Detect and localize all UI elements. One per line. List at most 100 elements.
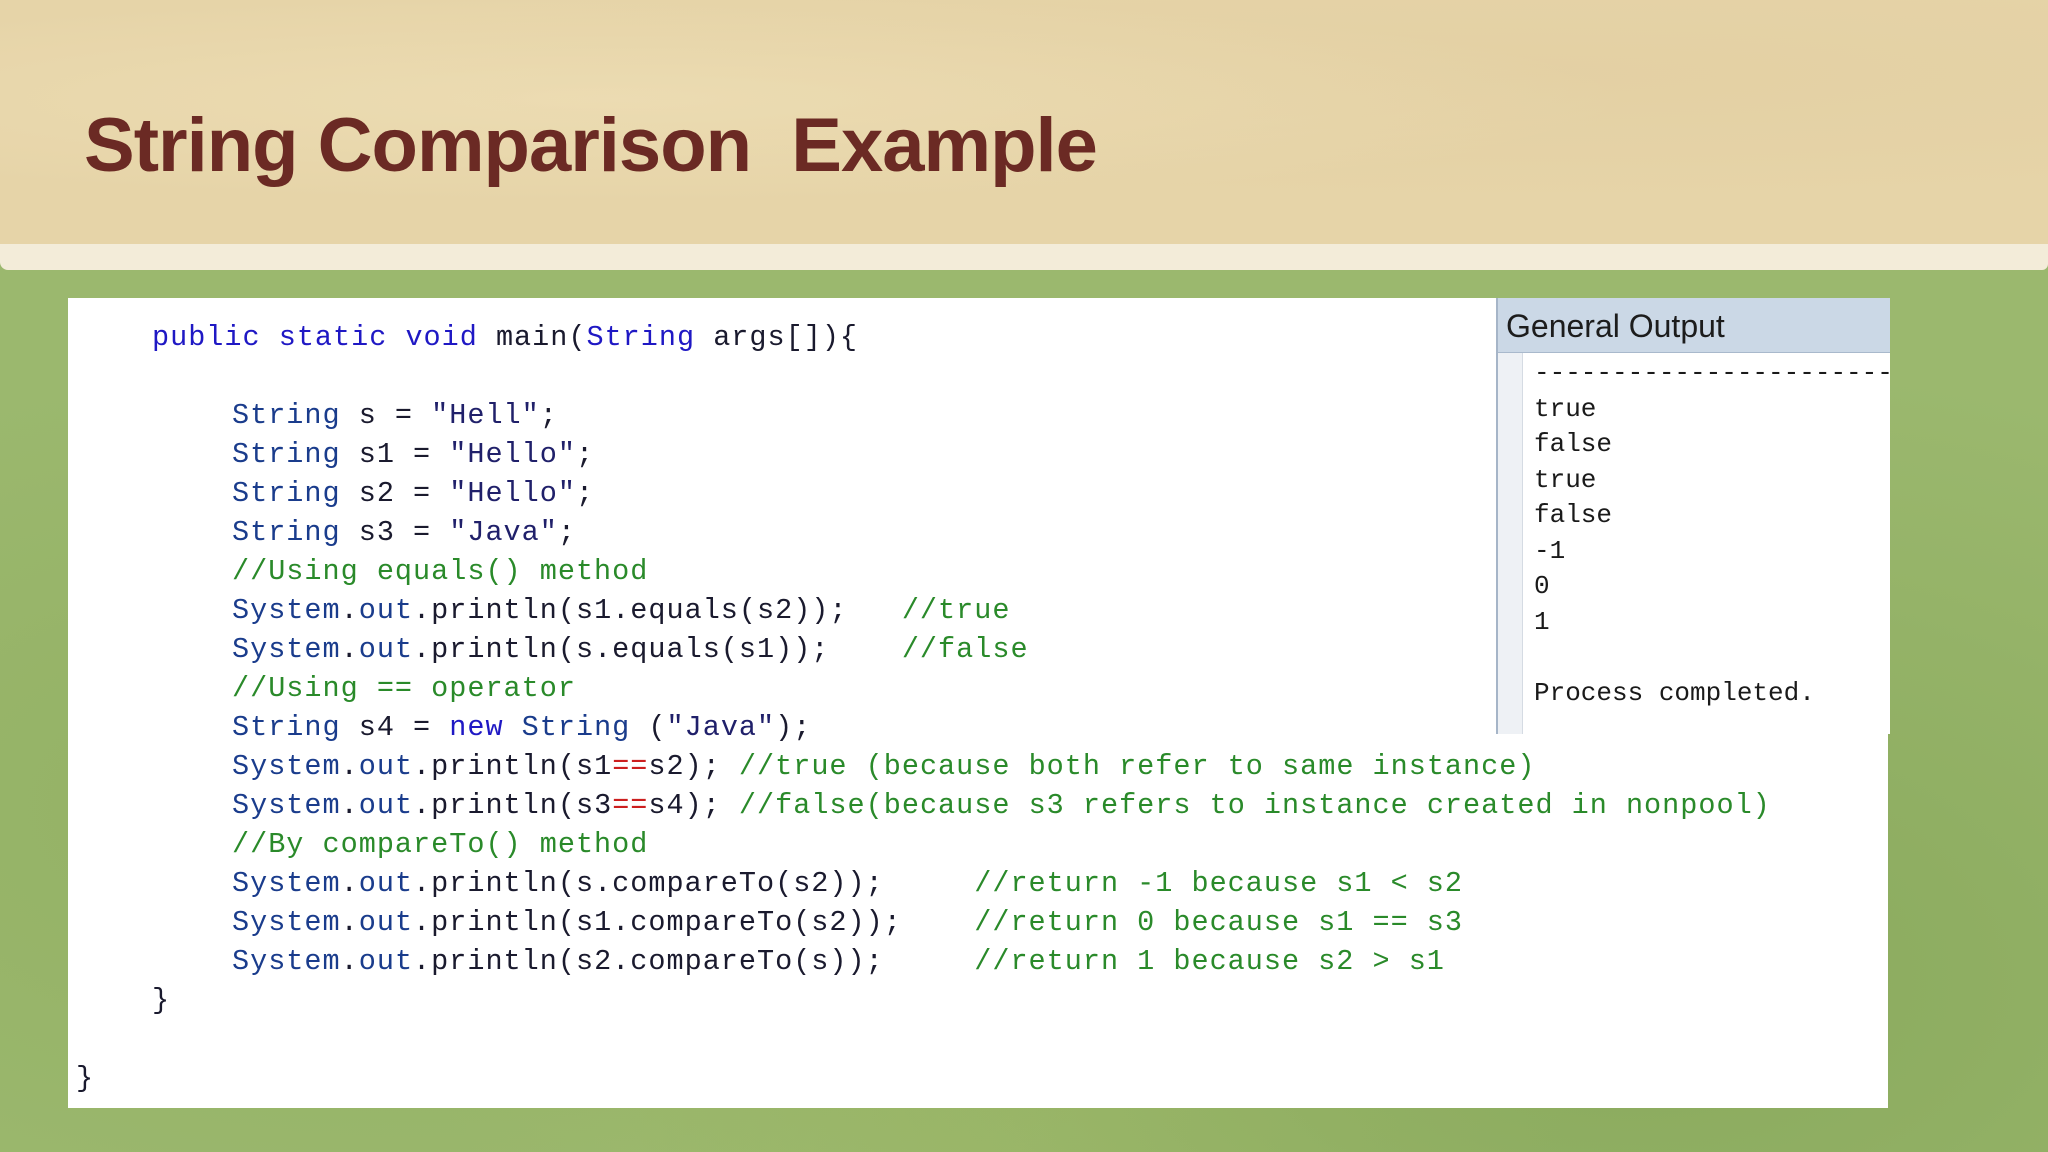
code-token: . bbox=[340, 789, 359, 822]
code-line: System.out.println(s.equals(s1)); //fals… bbox=[232, 632, 1029, 668]
code-token: //true (because both refer to same insta… bbox=[738, 750, 1536, 783]
code-line: //Using equals() method bbox=[232, 554, 648, 590]
output-gutter bbox=[1498, 353, 1523, 734]
title-band-edge bbox=[0, 244, 2048, 270]
code-token: //By compareTo() method bbox=[232, 828, 649, 861]
code-token: System bbox=[232, 594, 341, 627]
code-token: new bbox=[449, 711, 504, 744]
code-token: System bbox=[232, 867, 341, 900]
code-token: == bbox=[612, 750, 649, 783]
code-token: } bbox=[152, 984, 171, 1017]
output-line: false bbox=[1534, 500, 1613, 530]
code-token: s4); bbox=[648, 789, 739, 822]
code-line: System.out.println(s1.equals(s2)); //tru… bbox=[232, 593, 1010, 629]
code-line: String s2 = "Hello"; bbox=[232, 476, 594, 512]
code-line: //By compareTo() method bbox=[232, 827, 648, 863]
code-token: //Using == operator bbox=[232, 672, 576, 705]
code-token: System bbox=[232, 789, 341, 822]
code-token: "Hello" bbox=[449, 477, 576, 510]
code-token: .println(s1.compareTo(s2)); bbox=[413, 906, 975, 939]
code-token: ); bbox=[775, 711, 812, 744]
output-titlebar: General Output bbox=[1498, 298, 1890, 353]
code-token: out bbox=[358, 789, 414, 822]
code-line: System.out.println(s1==s2); //true (beca… bbox=[232, 749, 1535, 785]
code-token: ( bbox=[630, 711, 667, 744]
code-token: //return 0 because s1 == s3 bbox=[974, 906, 1464, 939]
output-line: -------------------------------- bbox=[1534, 358, 1890, 388]
code-token: System bbox=[232, 945, 341, 978]
code-token: "Java" bbox=[449, 516, 558, 549]
code-line: System.out.println(s.compareTo(s2)); //r… bbox=[232, 866, 1463, 902]
code-token: //true bbox=[901, 594, 1011, 627]
code-token: ; bbox=[539, 399, 558, 432]
code-token: out bbox=[358, 594, 414, 627]
output-console: -------------------------------- true fa… bbox=[1534, 356, 1890, 711]
code-token: out bbox=[358, 867, 414, 900]
code-token: args[]){ bbox=[695, 321, 859, 354]
code-token: public static void bbox=[152, 321, 496, 354]
output-line: 1 bbox=[1534, 606, 1550, 637]
code-token: .println(s.compareTo(s2)); bbox=[413, 867, 975, 900]
code-token: s3 = bbox=[340, 516, 450, 549]
code-token: . bbox=[340, 750, 359, 783]
code-token: } bbox=[76, 1062, 95, 1095]
code-token: ; bbox=[575, 477, 595, 510]
output-line: false bbox=[1534, 429, 1613, 459]
output-line: Process completed. bbox=[1534, 677, 1815, 708]
code-token: String bbox=[521, 711, 631, 744]
code-token: . bbox=[340, 594, 359, 627]
code-token: out bbox=[358, 945, 414, 978]
code-token: s2); bbox=[648, 750, 739, 783]
code-token: out bbox=[358, 750, 414, 783]
code-token: out bbox=[358, 633, 414, 666]
code-token: .println(s.equals(s1)); bbox=[413, 633, 902, 666]
code-token: ; bbox=[557, 516, 576, 549]
code-token: . bbox=[340, 945, 359, 978]
code-token: String bbox=[586, 321, 696, 354]
code-token: String bbox=[232, 438, 341, 471]
code-token: s = bbox=[340, 399, 432, 432]
code-token: . bbox=[340, 867, 359, 900]
output-title: General Output bbox=[1506, 308, 1725, 344]
code-token: System bbox=[232, 906, 341, 939]
output-line: true bbox=[1534, 464, 1597, 495]
code-line: String s = "Hell"; bbox=[232, 398, 558, 434]
code-line: public static void main(String args[]){ bbox=[152, 320, 858, 356]
code-line: //Using == operator bbox=[232, 671, 576, 707]
code-token: .println(s1 bbox=[413, 750, 613, 783]
code-line: System.out.println(s2.compareTo(s)); //r… bbox=[232, 944, 1445, 980]
code-token: System bbox=[232, 750, 341, 783]
code-token: s4 = bbox=[340, 711, 450, 744]
code-line: String s4 = new String ("Java"); bbox=[232, 710, 811, 746]
code-line: String s3 = "Java"; bbox=[232, 515, 576, 551]
code-token: String bbox=[232, 711, 341, 744]
code-token: //false(because s3 refers to instance cr… bbox=[738, 789, 1771, 822]
code-token: //Using equals() method bbox=[232, 555, 649, 588]
code-token: String bbox=[232, 477, 341, 510]
output-line: true bbox=[1534, 393, 1597, 424]
code-token: .println(s2.compareTo(s)); bbox=[413, 945, 975, 978]
code-token: s2 = bbox=[340, 477, 450, 510]
output-line: 0 bbox=[1534, 571, 1550, 601]
code-token: == bbox=[612, 789, 649, 822]
slide-title: String Comparison Example bbox=[84, 103, 1098, 188]
code-token: //return -1 because s1 < s2 bbox=[974, 867, 1464, 900]
code-line: } bbox=[76, 1061, 94, 1097]
code-line: System.out.println(s3==s4); //false(beca… bbox=[232, 788, 1771, 824]
code-token: . bbox=[340, 906, 359, 939]
code-token: ; bbox=[575, 438, 595, 471]
code-token: main( bbox=[495, 321, 587, 354]
code-token: "Hell" bbox=[431, 399, 540, 432]
code-token: .println(s3 bbox=[413, 789, 613, 822]
code-token: System bbox=[232, 633, 341, 666]
code-token: . bbox=[340, 633, 359, 666]
code-token: //false bbox=[901, 633, 1029, 666]
general-output-window: General Output -------------------------… bbox=[1496, 298, 1890, 734]
code-token: //return 1 because s2 > s1 bbox=[974, 945, 1445, 978]
code-token: String bbox=[232, 399, 341, 432]
code-token: .println(s1.equals(s2)); bbox=[413, 594, 902, 627]
output-line: -1 bbox=[1534, 535, 1566, 566]
code-token: s1 = bbox=[340, 438, 450, 471]
